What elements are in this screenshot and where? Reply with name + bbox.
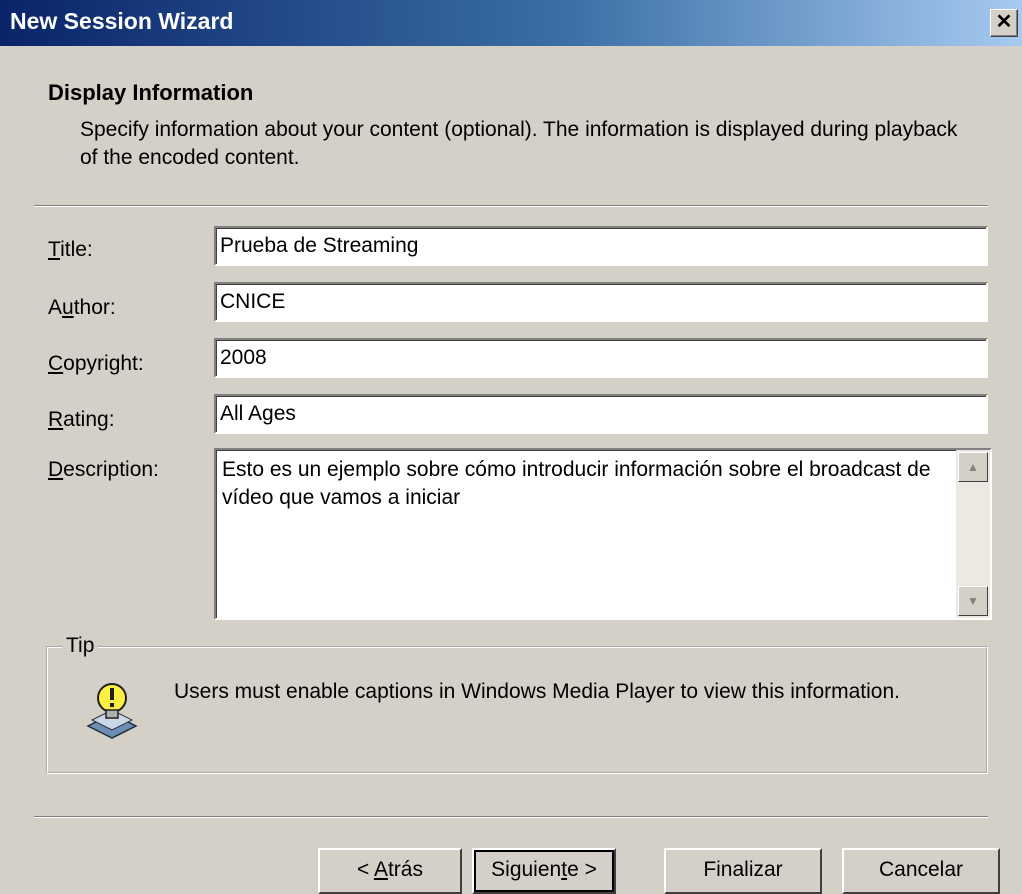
back-button[interactable]: < Atrás — [318, 848, 462, 894]
window-title: New Session Wizard — [10, 8, 234, 34]
tip-text: Users must enable captions in Windows Me… — [174, 680, 900, 703]
rating-label: Rating: — [48, 408, 115, 431]
wizard-header: Display Information Specify information … — [0, 46, 1022, 206]
rating-field[interactable]: All Ages — [214, 394, 988, 434]
author-field[interactable]: CNICE — [214, 282, 988, 322]
description-label: Description: — [48, 458, 159, 481]
page-subtitle: Specify information about your content (… — [80, 118, 958, 169]
close-icon: ✕ — [995, 11, 1013, 33]
description-field[interactable]: Esto es un ejemplo sobre cómo introducir… — [214, 448, 992, 620]
arrow-down-icon: ▼ — [967, 594, 979, 608]
tip-group: Tip Users must enable captions in Window… — [46, 634, 988, 774]
header-separator — [34, 205, 988, 207]
description-scrollbar[interactable]: ▲ ▼ — [956, 450, 990, 618]
tip-legend: Tip — [62, 634, 99, 658]
close-button[interactable]: ✕ — [990, 9, 1018, 37]
scroll-down-button[interactable]: ▼ — [958, 586, 988, 616]
title-label: Title: — [48, 238, 93, 261]
title-bar: New Session Wizard ✕ — [0, 0, 1022, 46]
lightbulb-icon — [86, 683, 138, 739]
copyright-label: Copyright: — [48, 352, 144, 375]
next-button[interactable]: Siguiente > — [472, 848, 616, 894]
page-title: Display Information — [48, 80, 254, 105]
description-text: Esto es un ejemplo sobre cómo introducir… — [222, 458, 931, 509]
author-label: Author: — [48, 296, 116, 319]
scroll-up-button[interactable]: ▲ — [958, 452, 988, 482]
footer-separator — [34, 816, 988, 818]
cancel-button[interactable]: Cancelar — [842, 848, 1000, 894]
title-field[interactable]: Prueba de Streaming — [214, 226, 988, 266]
finish-button[interactable]: Finalizar — [664, 848, 822, 894]
arrow-up-icon: ▲ — [967, 460, 979, 474]
copyright-field[interactable]: 2008 — [214, 338, 988, 378]
